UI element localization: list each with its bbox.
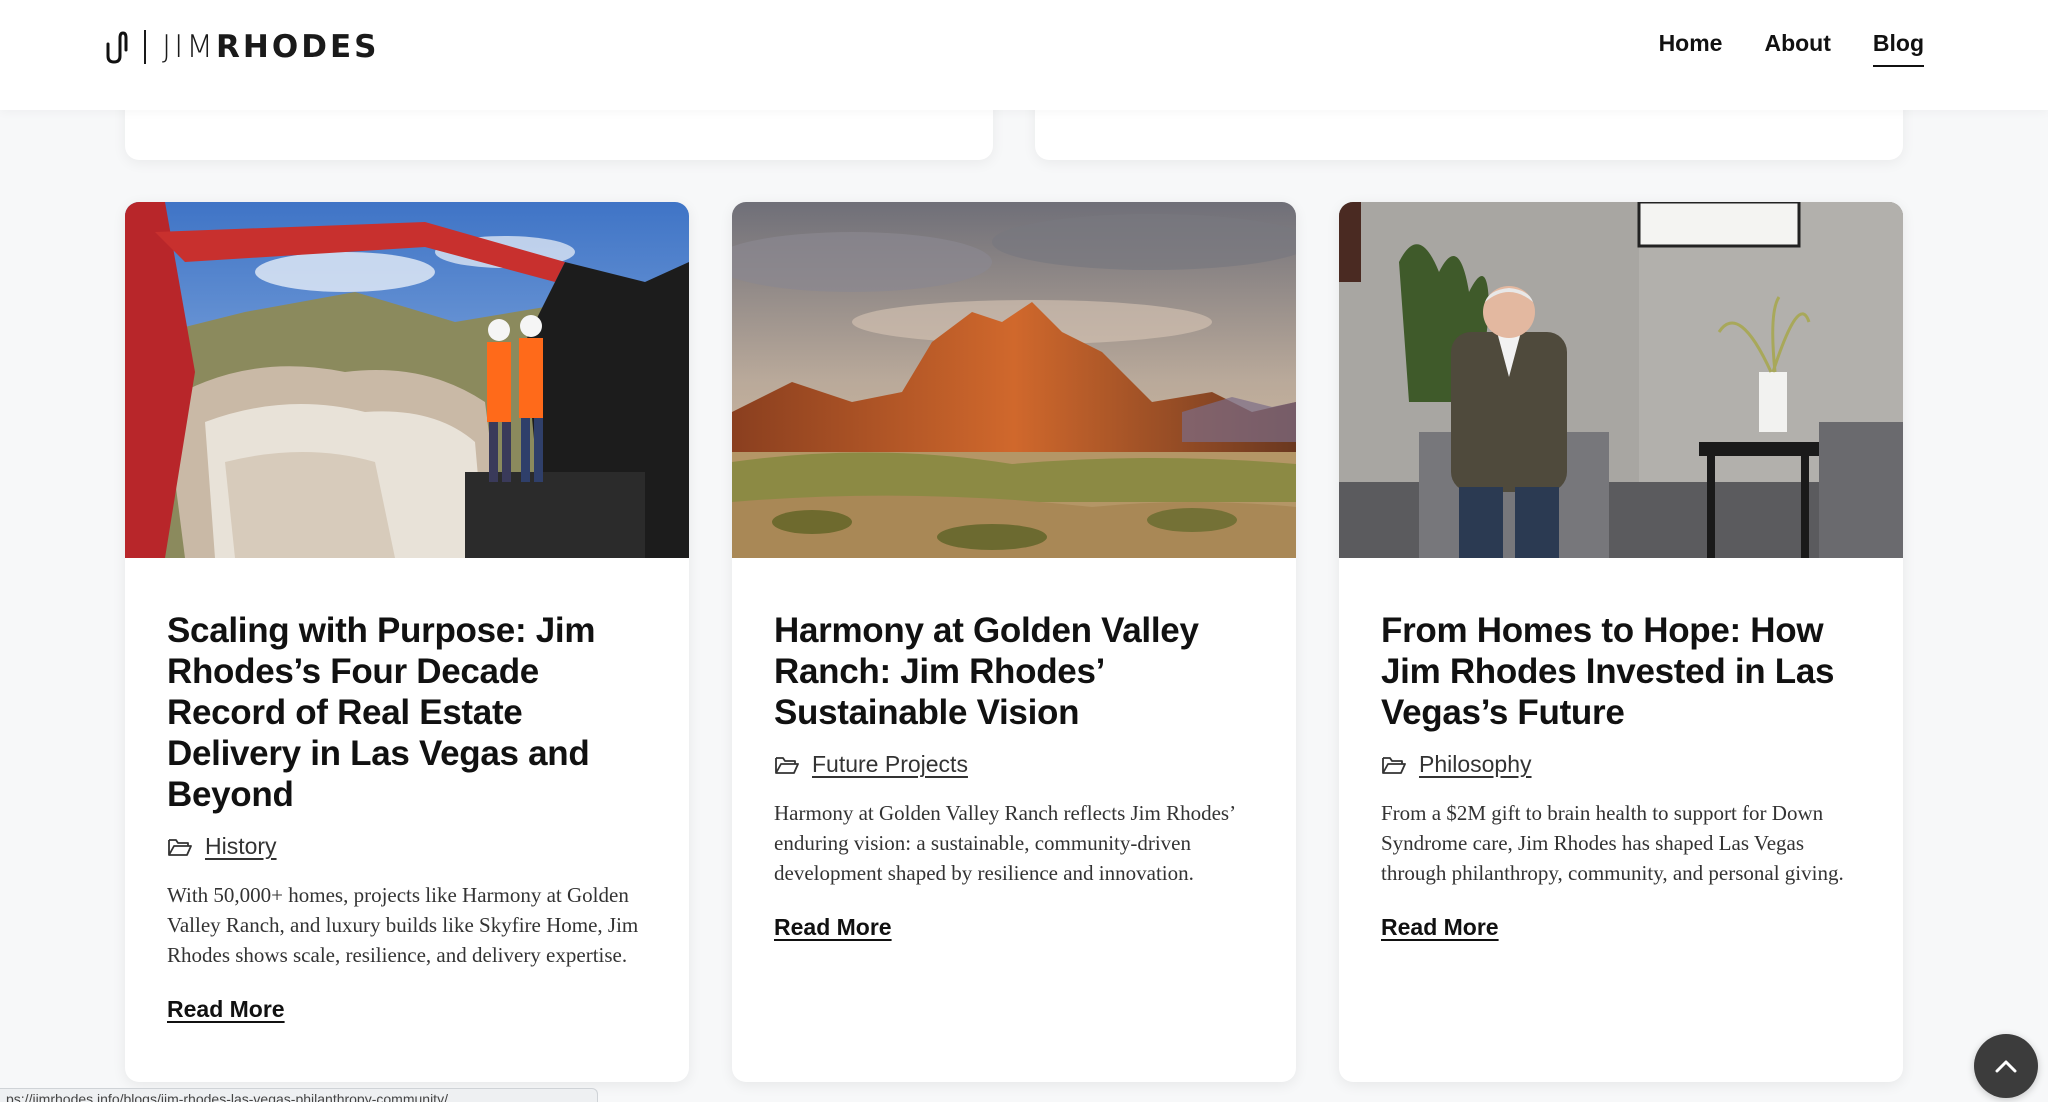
post-category: Future Projects <box>774 751 1254 778</box>
nav-about[interactable]: About <box>1764 30 1830 67</box>
nav-home[interactable]: Home <box>1659 30 1723 67</box>
post-image-desert-mountain[interactable] <box>732 202 1296 558</box>
logo-mark-icon <box>106 31 128 64</box>
post-excerpt: With 50,000+ homes, projects like Harmon… <box>167 883 639 967</box>
status-url-bar: ps://jimrhodes.info/blogs/jim-rhodes-las… <box>0 1088 598 1102</box>
post-category: Philosophy <box>1381 751 1861 778</box>
folder-open-icon <box>775 756 799 774</box>
main-nav: Home About Blog <box>1659 30 1924 67</box>
blog-card: From Homes to Hope: How Jim Rhodes Inves… <box>1339 202 1903 1082</box>
site-header: JIMRHODES Home About Blog <box>0 0 2048 110</box>
category-link[interactable]: History <box>205 833 277 860</box>
logo-first-name: JIM <box>162 28 217 65</box>
blog-card: Scaling with Purpose: Jim Rhodes’s Four … <box>125 202 689 1082</box>
post-title[interactable]: From Homes to Hope: How Jim Rhodes Inves… <box>1381 610 1861 733</box>
logo-divider <box>144 30 146 64</box>
category-link[interactable]: Philosophy <box>1419 751 1532 778</box>
nav-blog[interactable]: Blog <box>1872 30 1924 67</box>
chevron-up-icon <box>1995 1060 2017 1073</box>
post-image-seated-man[interactable] <box>1339 202 1903 558</box>
folder-open-icon <box>1382 756 1406 774</box>
site-logo[interactable]: JIMRHODES <box>104 28 379 66</box>
logo-last-name: RHODES <box>216 28 380 65</box>
scroll-to-top-button[interactable] <box>1974 1034 2038 1098</box>
folder-open-icon <box>168 838 192 856</box>
post-category: History <box>167 833 647 860</box>
post-title[interactable]: Harmony at Golden Valley Ranch: Jim Rhod… <box>774 610 1254 733</box>
post-excerpt: Harmony at Golden Valley Ranch reflects … <box>774 801 1235 885</box>
post-image-excavator[interactable] <box>125 202 689 558</box>
read-more-link[interactable]: Read More <box>167 996 285 1023</box>
post-excerpt: From a $2M gift to brain health to suppo… <box>1381 801 1844 885</box>
category-link[interactable]: Future Projects <box>812 751 968 778</box>
read-more-link[interactable]: Read More <box>1381 914 1499 941</box>
blog-card: Harmony at Golden Valley Ranch: Jim Rhod… <box>732 202 1296 1082</box>
card-body: Scaling with Purpose: Jim Rhodes’s Four … <box>125 558 689 1023</box>
logo-text: JIMRHODES <box>162 28 380 65</box>
post-title[interactable]: Scaling with Purpose: Jim Rhodes’s Four … <box>167 610 647 815</box>
card-body: From Homes to Hope: How Jim Rhodes Inves… <box>1339 558 1903 941</box>
read-more-link[interactable]: Read More <box>774 914 892 941</box>
card-body: Harmony at Golden Valley Ranch: Jim Rhod… <box>732 558 1296 941</box>
